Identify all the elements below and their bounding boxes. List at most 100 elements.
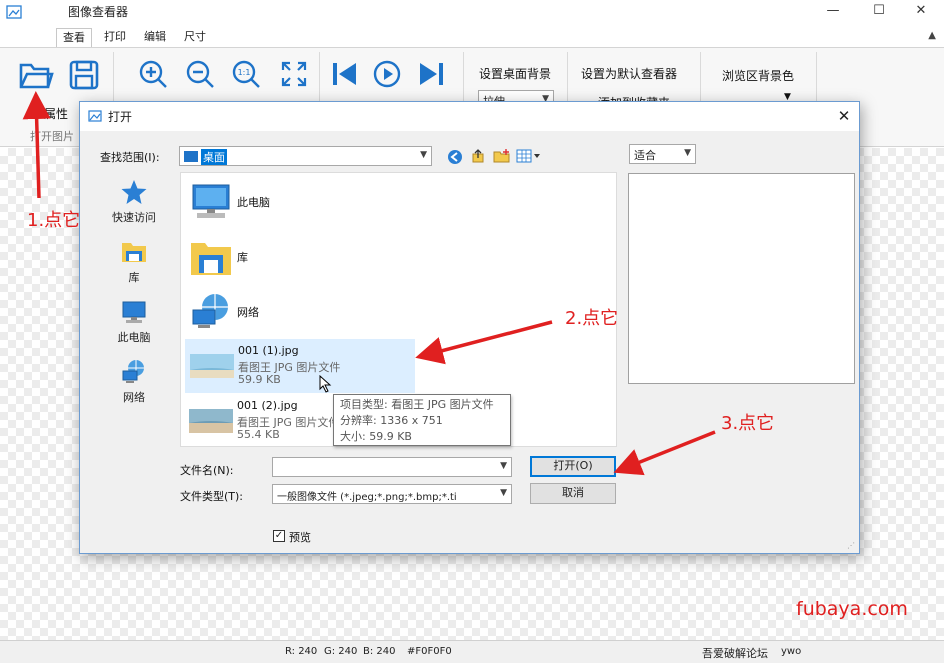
star-icon <box>121 180 147 204</box>
status-blue: B: 240 <box>363 646 396 657</box>
place-label: 此电脑 <box>117 331 151 344</box>
place-label: 库 <box>128 271 140 284</box>
network-icon <box>122 360 144 383</box>
list-item-selected[interactable]: 001 (1).jpg 看图王 JPG 图片文件 59.9 KB <box>185 339 415 393</box>
file-name: 此电脑 <box>237 196 270 209</box>
status-bar: R: 240 G: 240 B: 240 #F0F0F0 吾爱破解论坛 ywo <box>0 640 944 663</box>
computer-icon <box>192 184 230 218</box>
file-size: 59.9 KB <box>238 373 281 386</box>
chevron-down-icon: ▼ <box>420 150 427 160</box>
minimize-button[interactable]: — <box>810 0 856 24</box>
cancel-button[interactable]: 取消 <box>530 483 616 504</box>
user-label: ywo <box>781 646 802 657</box>
view-menu-icon[interactable] <box>516 149 542 163</box>
fullscreen-icon[interactable] <box>280 60 308 88</box>
annotation-step2: 2.点它 <box>565 308 619 329</box>
browse-bg-color-button[interactable]: 浏览区背景色 <box>722 67 794 84</box>
tooltip-size: 大小: 59.9 KB <box>340 430 412 443</box>
place-library[interactable]: 库 <box>94 238 174 285</box>
file-name: 001 (1).jpg <box>238 344 299 357</box>
filename-input[interactable]: ▼ <box>272 457 512 477</box>
watermark: fubaya.com <box>796 598 908 620</box>
file-tooltip: 项目类型: 看图王 JPG 图片文件 分辨率: 1336 x 751 大小: 5… <box>333 394 511 446</box>
place-this-pc[interactable]: 此电脑 <box>94 298 174 345</box>
annotation-step3: 3.点它 <box>721 413 775 434</box>
preview-pane <box>628 173 855 384</box>
app-title: 图像查看器 <box>68 5 129 19</box>
save-icon[interactable] <box>68 59 100 91</box>
lookin-value: 桌面 <box>201 149 227 165</box>
properties-label[interactable]: 属性 <box>44 105 68 122</box>
set-desktop-background-button[interactable]: 设置桌面背景 <box>479 65 551 82</box>
resize-grip-icon[interactable]: ⋰ <box>847 541 857 551</box>
list-item[interactable]: 此电脑 <box>185 176 415 230</box>
preview-checkbox-label: 预览 <box>289 531 311 544</box>
preview-checkbox[interactable]: ✓ <box>273 530 285 542</box>
file-name: 001 (2).jpg <box>237 399 298 412</box>
chevron-down-icon: ▼ <box>684 148 691 158</box>
lookin-select[interactable]: 桌面 ▼ <box>179 146 432 166</box>
open-file-dialog: 打开 ✕ 查找范围(I): 桌面 ▼ 快速访问 库 此电脑 网络 此电脑 库 网… <box>79 101 860 554</box>
previous-image-icon[interactable] <box>330 60 358 88</box>
filetype-select[interactable]: 一般图像文件 (*.jpeg;*.png;*.bmp;*.ti ▼ <box>272 484 512 504</box>
annotation-step1: 1.点它 <box>27 210 81 231</box>
new-folder-icon[interactable] <box>493 148 511 164</box>
status-hex: #F0F0F0 <box>407 646 452 657</box>
open-image-group-label: 打开图片 <box>30 130 74 143</box>
zoom-out-icon[interactable] <box>184 58 216 90</box>
library-icon <box>191 243 231 275</box>
filetype-label: 文件类型(T): <box>180 490 244 503</box>
forum-label: 吾爱破解论坛 <box>702 647 768 660</box>
place-quick-access[interactable]: 快速访问 <box>94 178 174 225</box>
filename-label: 文件名(N): <box>180 464 234 477</box>
tab-edit[interactable]: 编辑 <box>138 28 172 48</box>
desktop-icon <box>184 151 198 162</box>
preview-mode-select[interactable]: 适合 ▼ <box>629 144 696 164</box>
dialog-titlebar: 打开 ✕ <box>80 102 859 131</box>
tab-size[interactable]: 尺寸 <box>178 28 212 48</box>
back-icon[interactable] <box>447 149 463 165</box>
open-button[interactable]: 打开(O) <box>530 456 616 477</box>
place-label: 网络 <box>123 391 145 404</box>
place-label: 快速访问 <box>112 211 156 224</box>
tab-view[interactable]: 查看 <box>56 28 92 48</box>
dialog-app-icon <box>88 110 102 122</box>
app-logo-icon <box>6 5 22 19</box>
status-green: G: 240 <box>324 646 358 657</box>
dialog-close-button[interactable]: ✕ <box>829 102 859 131</box>
maximize-button[interactable]: ☐ <box>856 0 902 24</box>
mouse-cursor-icon <box>319 375 332 393</box>
set-default-viewer-button[interactable]: 设置为默认查看器 <box>581 65 677 82</box>
network-icon <box>192 294 228 328</box>
preview-mode-value: 适合 <box>634 149 656 162</box>
place-network[interactable]: 网络 <box>94 358 174 405</box>
actual-size-icon[interactable]: 1:1 <box>230 58 262 90</box>
image-thumbnail <box>190 354 234 378</box>
status-red: R: 240 <box>285 646 318 657</box>
image-thumbnail <box>189 409 233 433</box>
slideshow-play-icon[interactable] <box>372 59 402 89</box>
collapse-ribbon-icon[interactable]: ▲ <box>928 30 936 41</box>
open-folder-icon[interactable] <box>18 60 54 90</box>
chevron-down-icon: ▼ <box>500 461 507 471</box>
library-icon <box>122 243 146 262</box>
tab-print[interactable]: 打印 <box>98 28 132 48</box>
list-item[interactable]: 库 <box>185 231 415 285</box>
chevron-down-icon: ▼ <box>500 488 507 498</box>
lookin-label: 查找范围(I): <box>100 151 160 164</box>
close-button[interactable]: ✕ <box>898 0 944 24</box>
tooltip-type: 项目类型: 看图王 JPG 图片文件 <box>340 398 494 411</box>
up-folder-icon[interactable] <box>470 148 486 164</box>
list-item[interactable]: 网络 <box>185 286 415 340</box>
app-titlebar: 图像查看器 — ☐ ✕ <box>0 0 944 24</box>
tooltip-resolution: 分辨率: 1336 x 751 <box>340 414 443 427</box>
computer-icon <box>122 301 146 323</box>
file-name: 网络 <box>237 306 259 319</box>
zoom-in-icon[interactable] <box>137 58 169 90</box>
next-image-icon[interactable] <box>418 60 446 88</box>
file-name: 库 <box>237 251 248 264</box>
file-size: 55.4 KB <box>237 428 280 441</box>
svg-text:1:1: 1:1 <box>238 68 251 77</box>
dialog-title: 打开 <box>108 110 133 124</box>
ribbon-tabs: 查看 打印 编辑 尺寸 ▲ <box>0 26 944 48</box>
